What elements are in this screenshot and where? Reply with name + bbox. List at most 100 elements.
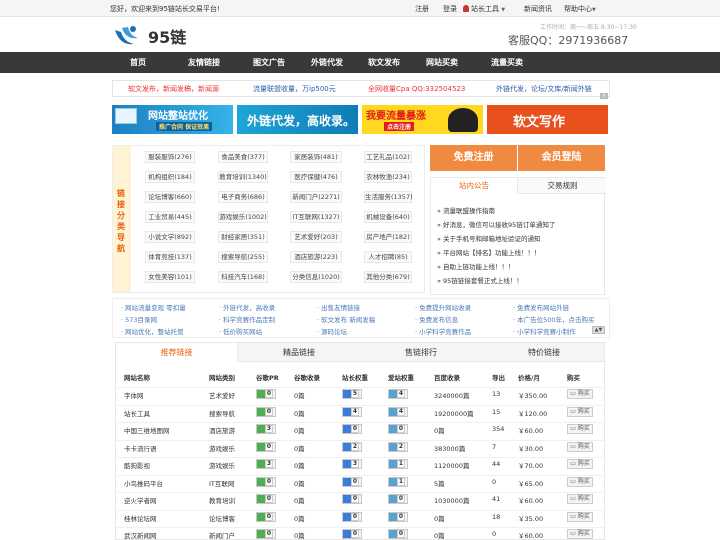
text-link[interactable]: · 出售友情链接 <box>317 302 360 312</box>
category-chip[interactable]: 小说文学(892) <box>145 231 195 243</box>
text-link[interactable]: · 本广告位500年，点击购买 <box>513 314 595 324</box>
category-chip[interactable]: 工业贸易(445) <box>145 211 195 223</box>
nav-traffic-trade[interactable]: 流量买卖 <box>477 57 537 68</box>
announcement-item[interactable]: » 平台网站【排名】功能上线！！！ <box>437 247 541 257</box>
category-chip[interactable]: 人才招聘(85) <box>364 251 412 263</box>
text-link[interactable]: · 免费提升网站收录 <box>415 302 471 312</box>
category-chip[interactable]: 艺术爱好(203) <box>290 231 342 243</box>
text-link[interactable]: · 小学科学竞赛小制作 <box>513 326 576 336</box>
banner-article-writing[interactable]: 软文写作 <box>487 105 608 134</box>
announcement-item[interactable]: » 好消息，微信可以接收95链订单通知了 <box>437 219 555 229</box>
announcement-item[interactable]: » 自助上链功能上线！！！ <box>437 261 515 271</box>
nav-article-publish[interactable]: 软文发布 <box>354 57 414 68</box>
text-link[interactable]: · 网站优化，整站托管 <box>121 326 184 336</box>
logo-icon[interactable] <box>112 24 142 50</box>
buy-button[interactable]: ▭ 购买 <box>567 441 593 452</box>
text-link[interactable]: · 外链代发，高收录 <box>219 302 275 312</box>
text-link[interactable]: · 小学科学竞赛作品 <box>415 326 471 336</box>
site-name[interactable]: 小鸟推码平台 <box>124 478 163 488</box>
banner-seo[interactable]: 网站整站优化 推广合同 保证效果 <box>112 105 233 134</box>
site-name[interactable]: 武汉新闻网 <box>124 530 157 539</box>
buy-button[interactable]: ▭ 购买 <box>567 459 593 469</box>
buy-button[interactable]: ▭ 购买 <box>567 424 593 434</box>
category-chip[interactable]: 游戏娱乐(1002) <box>218 211 268 223</box>
notice-ad-1[interactable]: 软文发布，新闻发稿，新闻源 <box>128 84 219 94</box>
site-name[interactable]: 酷狗影视 <box>124 460 150 470</box>
buy-button[interactable]: ▭ 购买 <box>567 529 593 539</box>
text-link[interactable]: · 低价购买网站 <box>219 326 262 336</box>
text-link[interactable]: · 软文发布 新闻发稿 <box>317 314 375 324</box>
close-icon[interactable]: × <box>600 93 608 99</box>
help-center-menu[interactable]: 帮助中心▼ <box>564 4 596 14</box>
category-chip[interactable]: 新闻门户(2271) <box>290 191 342 203</box>
text-link[interactable]: · 网站流量变现 零扣量 <box>121 302 186 312</box>
tab-special-price[interactable]: 特价链接 <box>482 343 604 362</box>
category-chip[interactable]: 工艺礼品(102) <box>364 151 412 163</box>
notice-ad-2[interactable]: 流量联盟收量，万ip500元 <box>253 84 336 94</box>
buy-button[interactable]: ▭ 购买 <box>567 406 593 417</box>
buy-button[interactable]: ▭ 购买 <box>567 476 593 487</box>
announcement-item[interactable]: » 流量联盟操作指南 <box>437 205 495 215</box>
text-link[interactable]: · 科学竞赛作品定制 <box>219 314 275 324</box>
category-chip[interactable]: 农林牧渔(234) <box>364 171 412 183</box>
expand-toggle[interactable]: ▲▼ <box>592 326 605 334</box>
site-name[interactable]: 桂林论坛网 <box>124 513 157 523</box>
text-link[interactable]: · 免费发布信息 <box>415 314 458 324</box>
category-chip[interactable]: 房产地产(182) <box>364 231 412 243</box>
webmaster-tools-menu[interactable]: 站长工具 ▼ <box>463 4 505 14</box>
category-chip[interactable]: 电子商务(686) <box>218 191 268 203</box>
nav-backlinks[interactable]: 外链代发 <box>297 57 357 68</box>
site-name[interactable]: 中国三维地图网 <box>124 425 170 435</box>
site-name[interactable]: 字体网 <box>124 390 144 400</box>
buy-button[interactable]: ▭ 购买 <box>567 494 593 504</box>
announcement-item[interactable]: » 关于手机号和邮箱地址验证的通知 <box>437 233 541 243</box>
nav-friend-links[interactable]: 友情链接 <box>174 57 234 68</box>
nav-home[interactable]: 首页 <box>108 57 168 68</box>
category-chip[interactable]: 生活服务(1357) <box>364 191 413 203</box>
logo-text[interactable]: 95链 <box>148 24 186 48</box>
category-chip[interactable]: 科技汽车(168) <box>218 271 268 283</box>
category-chip[interactable]: 论坛博客(660) <box>145 191 195 203</box>
tab-site-notice[interactable]: 站内公告 <box>431 178 518 194</box>
register-link[interactable]: 注册 <box>415 4 429 14</box>
text-link[interactable]: · 573目录网 <box>121 314 157 324</box>
category-chip[interactable]: 搜索导航(255) <box>218 251 268 263</box>
category-chip[interactable]: IT互联网(1327) <box>290 211 342 223</box>
member-login-button[interactable]: 会员登陆 <box>518 145 605 171</box>
category-chip[interactable]: 家居装饰(481) <box>290 151 342 163</box>
announcement-item[interactable]: » 95链链接套餐正式上线！！ <box>437 275 523 285</box>
category-chip[interactable]: 机械设备(640) <box>364 211 412 223</box>
tab-sales-rank[interactable]: 售链排行 <box>360 343 482 362</box>
banner-backlinks[interactable]: 外链代发，高收录。 <box>237 105 358 134</box>
category-chip[interactable]: 酒店旅游(223) <box>290 251 342 263</box>
tab-premium[interactable]: 精品链接 <box>238 343 360 362</box>
category-chip[interactable]: 医疗保健(476) <box>290 171 342 183</box>
free-register-button[interactable]: 免费注册 <box>430 145 517 171</box>
site-name[interactable]: 逆火学者网 <box>124 495 157 505</box>
category-chip[interactable]: 机构组织(184) <box>145 171 195 183</box>
category-chip[interactable]: 服装服饰(276) <box>145 151 195 163</box>
category-chip[interactable]: 食品美食(377) <box>218 151 268 163</box>
buy-button[interactable]: ▭ 购买 <box>567 389 593 399</box>
notice-ad-4[interactable]: 外链代发，论坛/文库/新闻外链 <box>496 84 592 94</box>
category-chip[interactable]: 分类信息(1020) <box>290 271 342 283</box>
banner-traffic[interactable]: 我要流量暴涨 点击注册 <box>362 105 483 134</box>
tab-recommended[interactable]: 推荐链接 <box>116 343 238 362</box>
category-chip[interactable]: 体育竞技(137) <box>145 251 195 263</box>
category-chip[interactable]: 女性美容(101) <box>145 271 195 283</box>
text-link[interactable]: · 源码论坛 <box>317 326 347 336</box>
login-link[interactable]: 登录 <box>443 4 457 14</box>
site-name[interactable]: 站长工具 <box>124 408 150 418</box>
nav-image-ads[interactable]: 图文广告 <box>239 57 299 68</box>
google-pr-badge: 3 <box>256 424 276 434</box>
text-link[interactable]: · 免费发布网站外链 <box>513 302 569 312</box>
category-chip[interactable]: 教育培训(1340) <box>218 171 268 183</box>
nav-site-trade[interactable]: 网站买卖 <box>412 57 472 68</box>
buy-button[interactable]: ▭ 购买 <box>567 511 593 522</box>
category-chip[interactable]: 其他分类(679) <box>364 271 412 283</box>
site-name[interactable]: 卡卡流行语 <box>124 443 157 453</box>
category-chip[interactable]: 财经家居(351) <box>218 231 268 243</box>
news-link[interactable]: 新闻资讯 <box>524 4 552 14</box>
tab-trade-rules[interactable]: 交易规则 <box>519 178 606 194</box>
notice-ad-3[interactable]: 全网收量Cpa QQ:332504523 <box>368 84 465 94</box>
